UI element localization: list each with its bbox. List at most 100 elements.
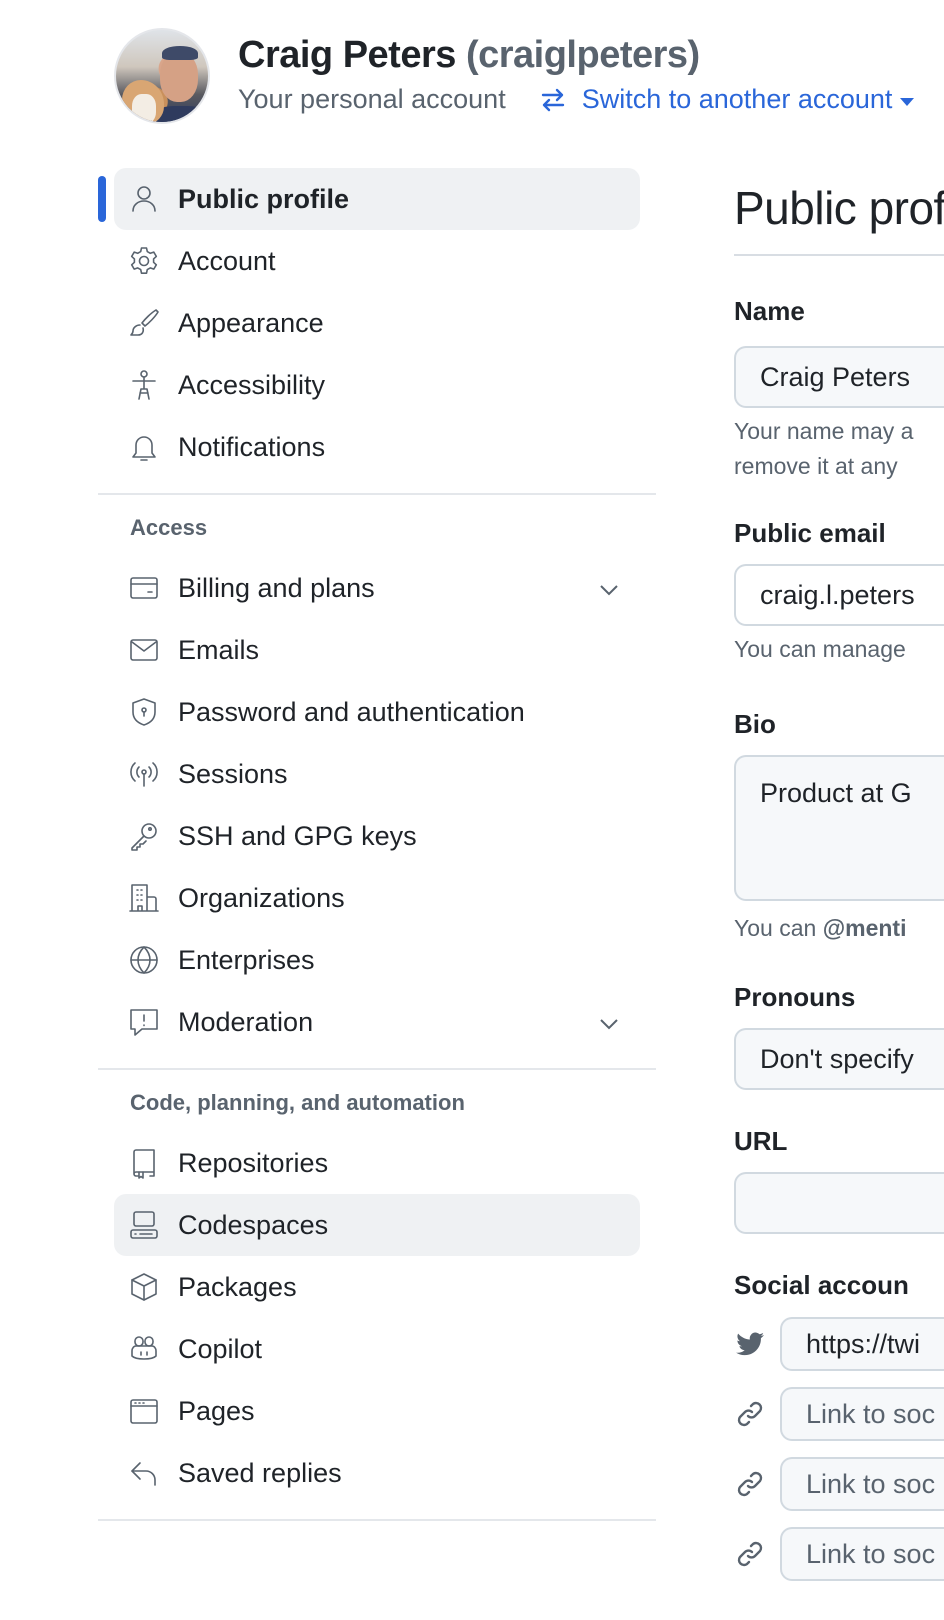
settings-sidebar: Public profile Account Appearance Access… (98, 168, 656, 1536)
key-icon (128, 820, 160, 852)
active-indicator (98, 176, 106, 222)
name-hint-line: Your name may a (734, 418, 914, 444)
sidebar-item-moderation[interactable]: Moderation (114, 991, 640, 1053)
sidebar-item-label: Sessions (178, 758, 288, 789)
sidebar-item-label: Pages (178, 1395, 255, 1426)
url-input[interactable] (734, 1172, 944, 1234)
sidebar-item-label: Moderation (178, 1006, 314, 1037)
sidebar-item-repositories[interactable]: Repositories (114, 1132, 640, 1194)
sidebar-item-label: Public profile (178, 183, 350, 214)
sidebar-item-label: Packages (178, 1271, 297, 1302)
sidebar-item-copilot[interactable]: Copilot (114, 1318, 640, 1380)
bell-icon (128, 431, 160, 463)
report-icon (128, 1006, 160, 1038)
social-account-input[interactable]: Link to soc (780, 1457, 944, 1511)
chevron-down-icon[interactable] (598, 1011, 620, 1033)
sidebar-item-label: Account (178, 245, 276, 276)
social-account-input[interactable]: Link to soc (780, 1527, 944, 1581)
social-account-input[interactable]: Link to soc (780, 1387, 944, 1441)
repo-icon (128, 1147, 160, 1179)
public-email-select[interactable]: craig.l.peters (734, 564, 944, 626)
sidebar-item-ssh-gpg-keys[interactable]: SSH and GPG keys (114, 805, 640, 867)
link-icon (734, 1398, 766, 1430)
name-hint: Your name may a remove it at any (734, 414, 944, 484)
copilot-icon (128, 1333, 160, 1365)
url-label: URL (734, 1126, 788, 1156)
sidebar-item-label: Copilot (178, 1333, 263, 1364)
accessibility-icon (128, 369, 160, 401)
globe-icon (128, 944, 160, 976)
public-email-hint: You can manage (734, 636, 906, 662)
sidebar-item-label: Password and authentication (178, 696, 525, 727)
page-title: Public profile (734, 182, 944, 234)
name-input[interactable]: Craig Peters (734, 346, 944, 408)
paintbrush-icon (128, 307, 160, 339)
sidebar-item-appearance[interactable]: Appearance (114, 292, 640, 354)
mail-icon (128, 634, 160, 666)
sidebar-item-emails[interactable]: Emails (114, 619, 640, 681)
sidebar-item-sessions[interactable]: Sessions (114, 743, 640, 805)
section-label-code-planning: Code, planning, and automation (130, 1090, 465, 1115)
name-label: Name (734, 296, 805, 326)
social-account-row: Link to soc (734, 1456, 944, 1512)
sidebar-item-password[interactable]: Password and authentication (114, 681, 640, 743)
sidebar-item-codespaces[interactable]: Codespaces (114, 1194, 640, 1256)
sidebar-item-label: Emails (178, 634, 260, 665)
sidebar-item-public-profile[interactable]: Public profile (98, 168, 640, 230)
arrow-switch-icon (541, 88, 564, 111)
account-subtitle: Your personal account (238, 84, 506, 114)
package-icon (128, 1271, 160, 1303)
sidebar-item-organizations[interactable]: Organizations (114, 867, 640, 929)
chevron-down-icon[interactable] (598, 577, 620, 599)
display-name: Craig Peters (238, 34, 456, 76)
switch-account-label: Switch to another account (581, 84, 893, 114)
sidebar-item-label: Accessibility (178, 369, 326, 400)
person-icon (128, 183, 160, 215)
organization-icon (128, 882, 160, 914)
sidebar-item-label: Organizations (178, 882, 345, 913)
username: (craiglpeters) (465, 34, 700, 76)
public-profile-form: Public profile Name Craig Peters Your na… (734, 168, 944, 1596)
social-account-row: Link to soc (734, 1526, 944, 1582)
sidebar-item-pages[interactable]: Pages (114, 1380, 640, 1442)
social-account-row: https://twi (734, 1316, 944, 1372)
bio-textarea[interactable]: Product at G (734, 755, 944, 901)
sidebar-divider (98, 1068, 656, 1070)
account-name: Craig Peters (craiglpeters) (238, 34, 700, 77)
sidebar-item-saved-replies[interactable]: Saved replies (114, 1442, 640, 1504)
bio-hint-mention: @menti (822, 915, 907, 941)
name-hint-line: remove it at any (734, 453, 898, 479)
reply-icon (128, 1457, 160, 1489)
sidebar-item-accessibility[interactable]: Accessibility (114, 354, 640, 416)
sidebar-item-label: Repositories (178, 1147, 329, 1178)
bio-label: Bio (734, 709, 776, 739)
public-email-label: Public email (734, 518, 886, 548)
sidebar-item-label: Codespaces (178, 1209, 329, 1240)
sidebar-item-label: Saved replies (178, 1457, 342, 1488)
pronouns-label: Pronouns (734, 982, 856, 1012)
sidebar-item-label: SSH and GPG keys (178, 820, 417, 851)
sidebar-divider (98, 1519, 656, 1521)
pronouns-select[interactable]: Don't specify (734, 1028, 944, 1090)
avatar[interactable] (114, 28, 210, 124)
sidebar-item-enterprises[interactable]: Enterprises (114, 929, 640, 991)
sidebar-item-label: Billing and plans (178, 572, 375, 603)
gear-icon (128, 245, 160, 277)
twitter-icon (734, 1328, 766, 1360)
social-accounts-label: Social accoun (734, 1270, 909, 1300)
link-icon (734, 1468, 766, 1500)
social-account-input[interactable]: https://twi (780, 1317, 944, 1371)
shield-lock-icon (128, 696, 160, 728)
bio-hint-text: You can (734, 915, 823, 941)
broadcast-icon (128, 758, 160, 790)
sidebar-item-account[interactable]: Account (114, 230, 640, 292)
sidebar-item-packages[interactable]: Packages (114, 1256, 640, 1318)
link-icon (734, 1538, 766, 1570)
sidebar-divider (98, 493, 656, 495)
sidebar-item-billing[interactable]: Billing and plans (114, 557, 640, 619)
switch-account-button[interactable]: Switch to another account (540, 84, 915, 115)
sidebar-item-label: Enterprises (178, 944, 315, 975)
codespaces-icon (128, 1209, 160, 1241)
caret-down-icon (900, 97, 915, 106)
sidebar-item-notifications[interactable]: Notifications (114, 416, 640, 478)
